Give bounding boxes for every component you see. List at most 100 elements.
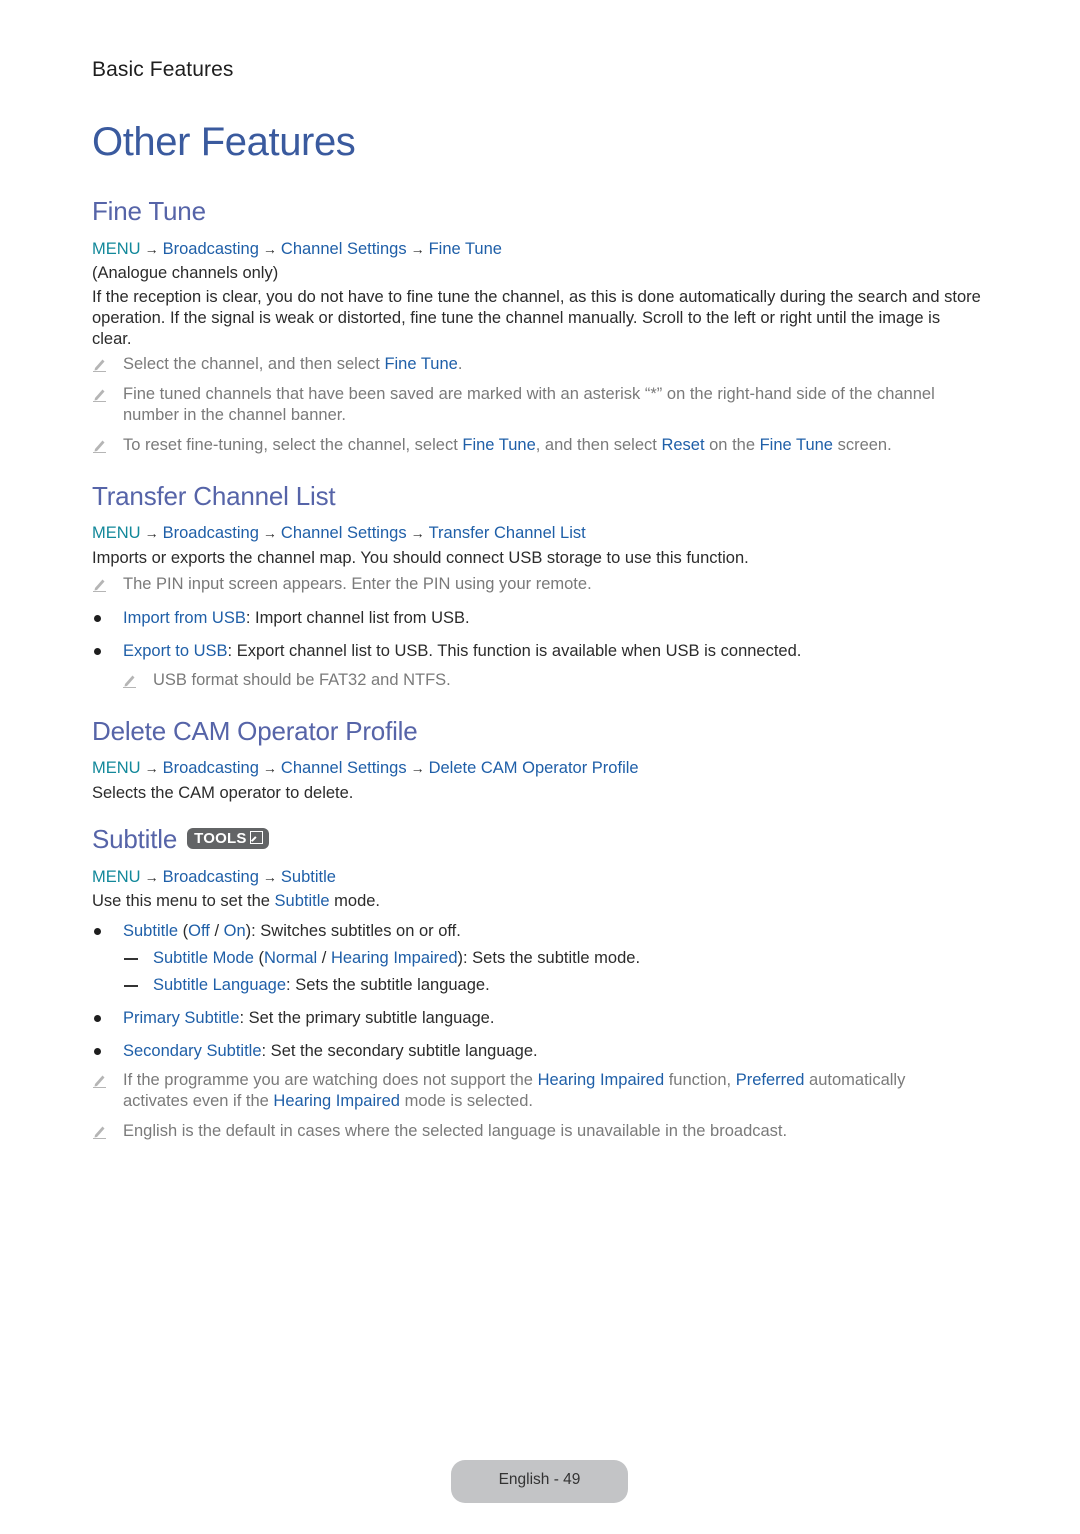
sub-list-item: Subtitle Mode (Normal / Hearing Impaired… bbox=[122, 948, 972, 969]
term-secondary-subtitle: Secondary Subtitle bbox=[123, 1042, 262, 1060]
path-channel-settings: Channel Settings bbox=[280, 524, 407, 542]
note-text: If the programme you are watching does n… bbox=[123, 1071, 538, 1089]
description-fine-tune: If the reception is clear, you do not ha… bbox=[92, 288, 981, 348]
menu-path-delete-cam: MENU → Broadcasting → Channel Settings → Delet… bbox=[92, 759, 639, 778]
ref-preferred: Preferred bbox=[735, 1071, 805, 1089]
arrow-icon: → bbox=[144, 760, 159, 776]
note-text: function, bbox=[664, 1071, 736, 1089]
list-item: Subtitle (Off / On): Switches subtitles … bbox=[92, 921, 972, 942]
bullet-icon bbox=[94, 1048, 101, 1055]
item-desc: : Set the secondary subtitle language. bbox=[261, 1042, 538, 1060]
option-off: Off bbox=[188, 922, 210, 940]
arrow-icon: → bbox=[144, 525, 159, 541]
description-subtitle: Use this menu to set the Subtitle mode. bbox=[92, 891, 982, 912]
ref-subtitle: Subtitle bbox=[274, 892, 330, 910]
note-text: screen. bbox=[832, 436, 892, 454]
menu-path-fine-tune: MENU → Broadcasting → Channel Settings → Fine … bbox=[92, 240, 502, 259]
path-menu: MENU bbox=[92, 868, 141, 886]
note-text: on the bbox=[704, 436, 760, 454]
section-heading-delete-cam: Delete CAM Operator Profile bbox=[92, 716, 418, 746]
option-on: On bbox=[223, 922, 246, 940]
path-transfer-channel-list: Transfer Channel List bbox=[428, 524, 586, 542]
note-text: , and then select bbox=[535, 436, 662, 454]
menu-path-subtitle: MENU → Broadcasting → Subtitle bbox=[92, 868, 336, 887]
ref-hearing-impaired: Hearing Impaired bbox=[273, 1092, 400, 1110]
note: To reset fine-tuning, select the channel… bbox=[92, 435, 972, 456]
note: USB format should be FAT32 and NTFS. bbox=[122, 670, 972, 691]
note: Fine tuned channels that have been saved… bbox=[92, 384, 972, 426]
page-number-badge: English - 49 bbox=[451, 1460, 628, 1503]
note-text: The PIN input screen appears. Enter the … bbox=[123, 575, 592, 593]
list-item: Export to USB: Export channel list to US… bbox=[92, 641, 972, 662]
bullet-icon bbox=[94, 1015, 101, 1022]
path-broadcasting: Broadcasting bbox=[162, 240, 259, 258]
path-channel-settings: Channel Settings bbox=[280, 240, 407, 258]
arrow-icon: → bbox=[262, 760, 277, 776]
tools-badge-icon bbox=[249, 830, 263, 844]
pencil-icon bbox=[92, 386, 108, 402]
item-desc: ): Sets the subtitle mode. bbox=[457, 949, 641, 967]
item-desc: : Sets the subtitle language. bbox=[286, 976, 490, 994]
sub-list-item: Subtitle Language: Sets the subtitle lan… bbox=[122, 975, 972, 996]
pencil-icon bbox=[92, 356, 108, 372]
description-delete-cam: Selects the CAM operator to delete. bbox=[92, 784, 354, 802]
tools-label: TOOLS bbox=[194, 829, 247, 847]
note-text: To reset fine-tuning, select the channel… bbox=[123, 436, 463, 454]
section-heading-transfer-channel-list: Transfer Channel List bbox=[92, 481, 336, 511]
path-broadcasting: Broadcasting bbox=[162, 868, 259, 886]
term-primary-subtitle: Primary Subtitle bbox=[123, 1009, 240, 1027]
bullet-icon bbox=[94, 615, 101, 622]
term-subtitle-language: Subtitle Language bbox=[153, 976, 287, 994]
menu-path-transfer: MENU → Broadcasting → Channel Settings → Trans… bbox=[92, 524, 586, 543]
description-transfer: Imports or exports the channel map. You … bbox=[92, 549, 749, 567]
option-normal: Normal bbox=[264, 949, 318, 967]
path-fine-tune: Fine Tune bbox=[428, 240, 502, 258]
dash-icon bbox=[124, 985, 138, 987]
note-text: mode is selected. bbox=[399, 1092, 533, 1110]
qualifier-text: (Analogue channels only) bbox=[92, 264, 279, 282]
item-desc: ): Switches subtitles on or off. bbox=[245, 922, 461, 940]
list-item: Primary Subtitle: Set the primary subtit… bbox=[92, 1008, 972, 1029]
ref-fine-tune: Fine Tune bbox=[384, 355, 458, 373]
path-subtitle: Subtitle bbox=[280, 868, 336, 886]
list-item: Secondary Subtitle: Set the secondary su… bbox=[92, 1041, 972, 1062]
ref-fine-tune: Fine Tune bbox=[462, 436, 536, 454]
arrow-icon: → bbox=[144, 869, 159, 885]
term-subtitle-mode: Subtitle Mode bbox=[153, 949, 254, 967]
pencil-icon bbox=[92, 576, 108, 592]
desc-text: mode. bbox=[329, 892, 381, 910]
term-import-from-usb: Import from USB bbox=[123, 609, 246, 627]
ref-reset: Reset bbox=[661, 436, 705, 454]
item-desc: : Export channel list to USB. This funct… bbox=[227, 642, 802, 660]
option-hearing-impaired: Hearing Impaired bbox=[330, 949, 458, 967]
note: Select the channel, and then select Fine… bbox=[92, 354, 972, 375]
ref-hearing-impaired: Hearing Impaired bbox=[537, 1071, 665, 1089]
item-desc: : Set the primary subtitle language. bbox=[239, 1009, 495, 1027]
chapter-title: Basic Features bbox=[92, 58, 234, 81]
pencil-icon bbox=[122, 672, 138, 688]
separator: / bbox=[209, 922, 224, 940]
bullet-icon bbox=[94, 648, 101, 655]
arrow-icon: → bbox=[410, 760, 425, 776]
dash-icon bbox=[124, 958, 138, 960]
pencil-icon bbox=[92, 437, 108, 453]
section-heading-subtitle: Subtitle TOOLS bbox=[92, 824, 269, 855]
path-menu: MENU bbox=[92, 240, 141, 258]
list-item: Import from USB: Import channel list fro… bbox=[92, 608, 972, 629]
section-heading-fine-tune: Fine Tune bbox=[92, 196, 206, 226]
path-menu: MENU bbox=[92, 524, 141, 542]
path-channel-settings: Channel Settings bbox=[280, 759, 407, 777]
page-title: Other Features bbox=[92, 120, 356, 164]
arrow-icon: → bbox=[144, 241, 159, 257]
arrow-icon: → bbox=[262, 869, 277, 885]
bullet-icon bbox=[94, 928, 101, 935]
note: If the programme you are watching does n… bbox=[92, 1070, 972, 1112]
term-subtitle: Subtitle bbox=[123, 922, 179, 940]
path-delete-cam-operator-profile: Delete CAM Operator Profile bbox=[428, 759, 639, 777]
tools-badge: TOOLS bbox=[187, 827, 269, 849]
paren: ( bbox=[178, 922, 189, 940]
arrow-icon: → bbox=[410, 241, 425, 257]
desc-text: Use this menu to set the bbox=[92, 892, 275, 910]
note-text: English is the default in cases where th… bbox=[123, 1122, 788, 1140]
pencil-icon bbox=[92, 1123, 108, 1139]
